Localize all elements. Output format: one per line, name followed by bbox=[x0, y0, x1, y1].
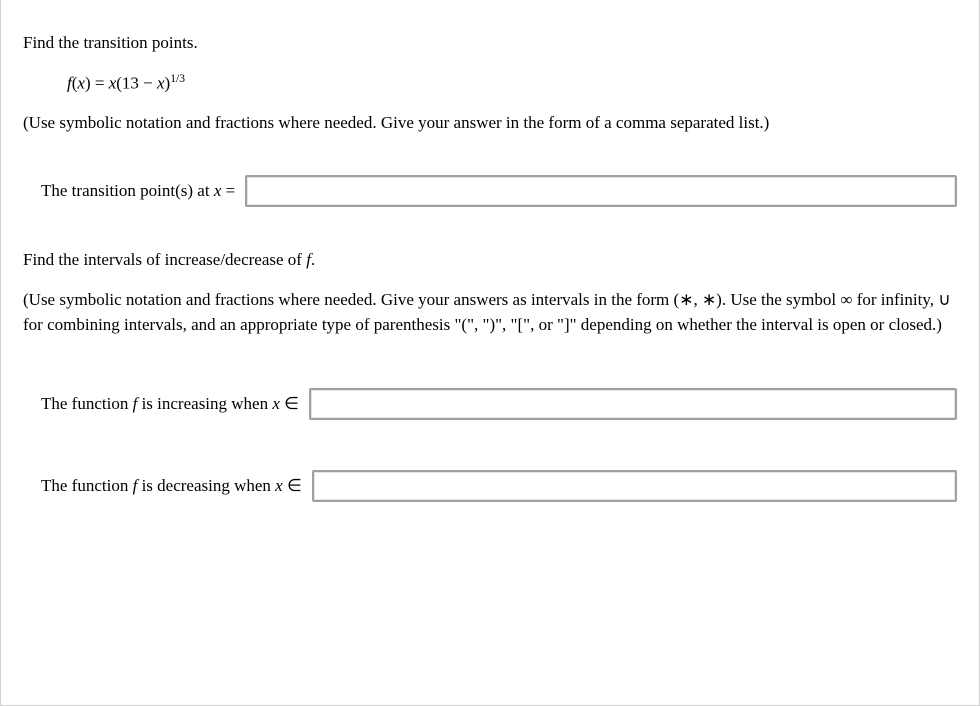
q1-formula: f(x) = x(13 − x)1/3 bbox=[67, 70, 957, 96]
q1-prompt: Find the transition points. bbox=[23, 30, 957, 56]
inc-pre: The function bbox=[41, 394, 133, 413]
q2-increasing-row: The function f is increasing when x ∈ bbox=[41, 388, 957, 420]
q2-hint: (Use symbolic notation and fractions whe… bbox=[23, 287, 957, 338]
q1-label-post: = bbox=[221, 181, 235, 200]
inc-var: x bbox=[272, 394, 280, 413]
inc-post: is increasing when bbox=[137, 394, 272, 413]
dec-post: is decreasing when bbox=[137, 476, 275, 495]
q2-prompt-post: . bbox=[311, 250, 315, 269]
q2-decreasing-label: The function f is decreasing when x ∈ bbox=[41, 473, 302, 499]
q2-decreasing-row: The function f is decreasing when x ∈ bbox=[41, 470, 957, 502]
q1-answer-row: The transition point(s) at x = bbox=[41, 175, 957, 207]
q1-answer-label: The transition point(s) at x = bbox=[41, 178, 235, 204]
formula-exp: 1/3 bbox=[170, 72, 185, 85]
dec-var: x bbox=[275, 476, 283, 495]
inc-in: ∈ bbox=[280, 394, 299, 413]
formula-rhs-open: (13 − bbox=[116, 73, 157, 92]
formula-x: x bbox=[77, 73, 85, 92]
transition-points-input[interactable] bbox=[245, 175, 957, 207]
dec-in: ∈ bbox=[283, 476, 302, 495]
q1-hint: (Use symbolic notation and fractions whe… bbox=[23, 110, 957, 136]
question-container: Find the transition points. f(x) = x(13 … bbox=[0, 0, 980, 706]
q2-prompt-pre: Find the intervals of increase/decrease … bbox=[23, 250, 306, 269]
dec-pre: The function bbox=[41, 476, 133, 495]
decreasing-interval-input[interactable] bbox=[312, 470, 957, 502]
q1-label-pre: The transition point(s) at bbox=[41, 181, 214, 200]
formula-eq: ) = bbox=[85, 73, 109, 92]
increasing-interval-input[interactable] bbox=[309, 388, 957, 420]
formula-rhs-x2: x bbox=[157, 73, 165, 92]
q2-prompt: Find the intervals of increase/decrease … bbox=[23, 247, 957, 273]
q2-increasing-label: The function f is increasing when x ∈ bbox=[41, 391, 299, 417]
